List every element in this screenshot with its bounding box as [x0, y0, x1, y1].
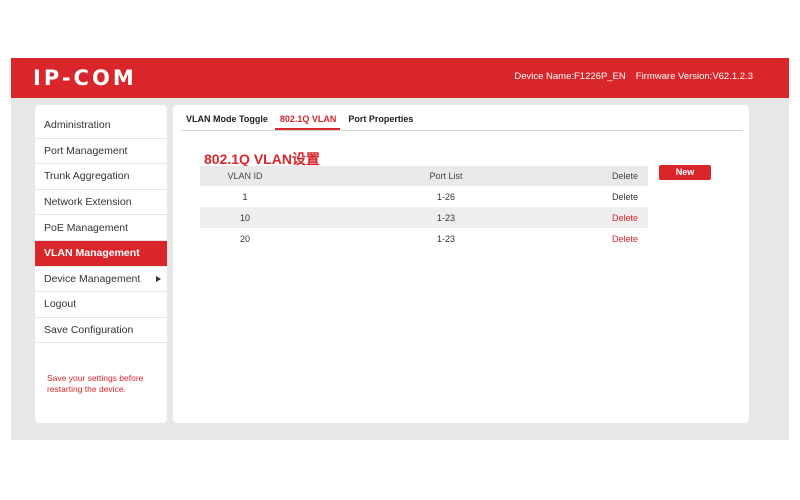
sidebar-item-label: Network Extension — [44, 196, 132, 209]
header-bar: IP-COM Device Name:F1226P_EN Firmware Ve… — [11, 58, 789, 98]
sidebar-item-label: Logout — [44, 298, 77, 311]
delete-link[interactable]: Delete — [602, 207, 648, 228]
sidebar-item-label: Port Management — [44, 144, 128, 157]
sidebar-item-label: Administration — [44, 119, 111, 132]
sidebar-item-label: VLAN Management — [44, 247, 140, 260]
vlan-id-cell: 10 — [200, 207, 290, 228]
vlan-id-cell: 20 — [239, 233, 250, 244]
table-row: 1 1-26 Delete — [200, 186, 648, 207]
vlan-id-cell: 1 — [242, 191, 248, 202]
column-header-port-list: Port List — [290, 166, 602, 186]
table-row: 20 1-23 Delete — [200, 228, 648, 249]
delete-link[interactable]: Delete — [602, 186, 648, 207]
triangle-right-icon — [156, 275, 161, 282]
column-header-delete: Delete — [602, 166, 648, 186]
sidebar-item-label: Save Configuration — [44, 324, 134, 337]
port-list-cell: 1-26 — [436, 191, 455, 202]
sidebar: Administration Port Management Trunk Agg… — [35, 105, 167, 423]
sidebar-item-label: PoE Management — [44, 221, 129, 234]
firmware-version: Firmware Version:V62.1.2.3 — [635, 71, 753, 82]
column-header-vlan-id: VLAN ID — [200, 166, 290, 186]
sidebar-item-trunk-aggregation[interactable]: Trunk Aggregation — [35, 164, 167, 190]
sidebar-item-port-management[interactable]: Port Management — [35, 139, 167, 165]
port-list-cell: 1-23 — [290, 207, 602, 228]
sidebar-item-save-configuration[interactable]: Save Configuration — [35, 318, 167, 344]
tab-bar: VLAN Mode Toggle 802.1Q VLAN Port Proper… — [181, 105, 743, 131]
vlan-table: VLAN ID Port List Delete 1 1-26 Delete 1… — [200, 166, 648, 249]
sidebar-item-vlan-management[interactable]: VLAN Management — [35, 240, 167, 267]
delete-link[interactable]: Delete — [602, 228, 648, 249]
tab-802-1q-vlan[interactable]: 802.1Q VLAN — [274, 114, 341, 130]
sidebar-item-label: Trunk Aggregation — [44, 170, 130, 183]
main-content: VLAN Mode Toggle 802.1Q VLAN Port Proper… — [173, 105, 749, 423]
tab-vlan-mode-toggle[interactable]: VLAN Mode Toggle — [181, 114, 272, 130]
device-info: Device Name:F1226P_EN Firmware Version:V… — [514, 71, 753, 82]
ip-com-logo: IP-COM — [33, 66, 137, 90]
port-list-cell: 1-23 — [436, 233, 455, 244]
sidebar-item-poe-management[interactable]: PoE Management — [35, 215, 167, 241]
sidebar-item-network-extension[interactable]: Network Extension — [35, 190, 167, 216]
sidebar-item-administration[interactable]: Administration — [35, 113, 167, 139]
sidebar-item-logout[interactable]: Logout — [35, 292, 167, 318]
table-header-row: VLAN ID Port List Delete — [200, 166, 648, 186]
device-name: Device Name:F1226P_EN — [514, 71, 626, 82]
new-vlan-button[interactable]: New — [659, 165, 711, 180]
app-frame: IP-COM Device Name:F1226P_EN Firmware Ve… — [11, 58, 789, 440]
sidebar-item-label: Device Management — [44, 272, 141, 285]
sidebar-item-device-management[interactable]: Device Management — [35, 267, 167, 293]
table-row: 10 1-23 Delete — [200, 207, 648, 228]
tab-port-properties[interactable]: Port Properties — [343, 114, 417, 130]
save-settings-note: Save your settings before restarting the… — [47, 373, 144, 394]
